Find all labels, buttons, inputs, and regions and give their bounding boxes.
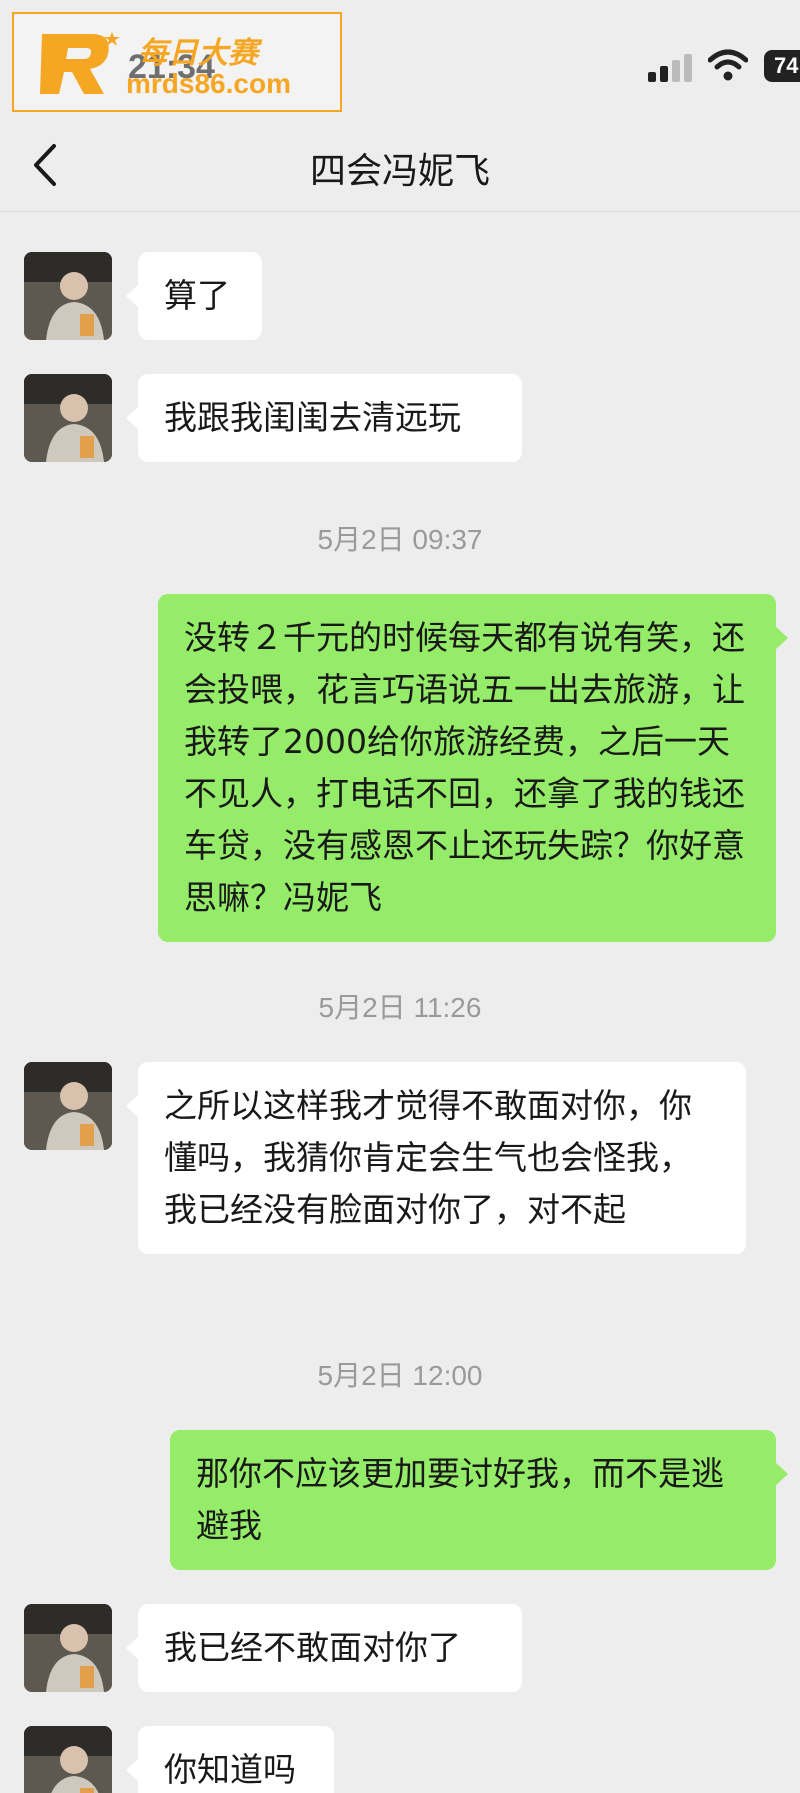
message-timestamp: 5月2日 11:26: [318, 992, 482, 1023]
message-bubble-incoming[interactable]: 之所以这样我才觉得不敢面对你，你懂吗，我猜你肯定会生气也会怪我，我已经没有脸面对…: [126, 1062, 746, 1254]
message-bubble-incoming[interactable]: 我跟我闺闺去清远玩: [126, 374, 522, 462]
message-bubble-incoming[interactable]: 算了: [126, 252, 262, 340]
battery-icon: 74: [764, 50, 800, 82]
chat-header: 四会冯妮飞: [0, 120, 800, 212]
message-timestamp: 5月2日 12:00: [317, 1360, 483, 1391]
message-timestamp: 5月2日 09:37: [317, 524, 483, 555]
message-bubble-incoming[interactable]: 你知道吗: [126, 1726, 334, 1793]
watermark-url: mrds86.com: [126, 68, 291, 99]
avatar[interactable]: [24, 1062, 112, 1150]
avatar[interactable]: [24, 374, 112, 462]
watermark: 每日大赛 mrds86.com: [12, 12, 342, 112]
signal-icon: [648, 52, 696, 82]
message-bubble-outgoing[interactable]: 那你不应该更加要讨好我，而不是逃避我: [170, 1430, 788, 1570]
watermark-title: 每日大赛: [138, 36, 258, 71]
watermark-logo-icon: [40, 32, 120, 94]
wifi-icon: [708, 49, 748, 81]
chat-title: 四会冯妮飞: [309, 151, 490, 192]
message-bubble-incoming[interactable]: 我已经不敢面对你了: [126, 1604, 522, 1692]
message-bubble-outgoing[interactable]: 没转２千元的时候每天都有说有笑，还会投喂，花言巧语说五一出去旅游，让我转了200…: [158, 594, 788, 942]
avatar[interactable]: [24, 1604, 112, 1692]
avatar[interactable]: [24, 252, 112, 340]
avatar[interactable]: [24, 1726, 112, 1793]
